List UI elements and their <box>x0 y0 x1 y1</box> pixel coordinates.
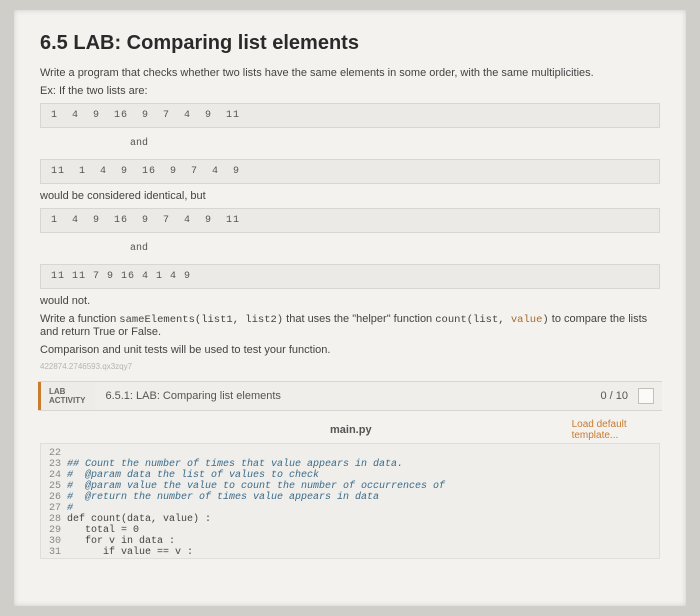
editor-line[interactable]: 31 if value == v : <box>41 547 659 558</box>
intro-text-1: Write a program that checks whether two … <box>40 67 660 79</box>
file-bar: main.py Load default template... <box>130 419 660 441</box>
line-number: 29 <box>41 525 67 536</box>
line-number: 31 <box>41 547 67 558</box>
body-text-3: Write a function sameElements(list1, lis… <box>40 313 660 338</box>
load-default-template-link[interactable]: Load default template... <box>572 419 660 441</box>
code-text: total = 0 <box>67 525 139 536</box>
code-block-2: 11 1 4 9 16 9 7 4 9 <box>40 159 660 184</box>
line-number: 30 <box>41 536 67 547</box>
code-text: # <box>67 503 73 514</box>
editor-line[interactable]: 22 <box>41 448 659 459</box>
page: 6.5 LAB: Comparing list elements Write a… <box>14 10 686 606</box>
code-text: for v in data : <box>67 536 175 547</box>
lab-title: 6.5.1: LAB: Comparing list elements <box>95 382 594 410</box>
editor-line[interactable]: 30 for v in data : <box>41 536 659 547</box>
editor-line[interactable]: 24# @param data the list of values to ch… <box>41 470 659 481</box>
line-number: 23 <box>41 459 67 470</box>
text-fragment: that uses the "helper" function <box>283 313 435 325</box>
body-text-1: would be considered identical, but <box>40 190 660 202</box>
code-editor[interactable]: 2223## Count the number of times that va… <box>40 443 660 559</box>
tiny-id: 422874.2746593.qx3zqy7 <box>40 362 660 371</box>
code-text: if value == v : <box>67 547 193 558</box>
code-text: def count(data, value) : <box>67 514 211 525</box>
code-block-1: 1 4 9 16 9 7 4 9 11 <box>40 103 660 128</box>
lab-checkbox[interactable] <box>638 388 654 404</box>
code-text: # @return the number of times value appe… <box>67 492 379 503</box>
text-fragment: Write a function <box>40 313 119 325</box>
line-number: 25 <box>41 481 67 492</box>
code-inline-1: sameElements(list1, list2) <box>119 314 283 326</box>
lab-activity-bar: LAB ACTIVITY 6.5.1: LAB: Comparing list … <box>38 381 662 411</box>
lab-score: 0 / 10 <box>594 382 634 410</box>
editor-line[interactable]: 25# @param value the value to count the … <box>41 481 659 492</box>
line-number: 26 <box>41 492 67 503</box>
editor-line[interactable]: 28def count(data, value) : <box>41 514 659 525</box>
body-text-4: Comparison and unit tests will be used t… <box>40 344 660 356</box>
code-inline-2: count(list, <box>435 314 511 326</box>
line-number: 27 <box>41 503 67 514</box>
code-text: # @param value the value to count the nu… <box>67 481 445 492</box>
code-text: ## Count the number of times that value … <box>67 459 403 470</box>
intro-text-2: Ex: If the two lists are: <box>40 85 660 97</box>
editor-line[interactable]: 26# @return the number of times value ap… <box>41 492 659 503</box>
editor-line[interactable]: 29 total = 0 <box>41 525 659 536</box>
and-label-1: and <box>40 134 660 153</box>
editor-line[interactable]: 23## Count the number of times that valu… <box>41 459 659 470</box>
body-text-2: would not. <box>40 295 660 307</box>
code-inline-value: value <box>511 314 543 326</box>
editor-line[interactable]: 27# <box>41 503 659 514</box>
line-number: 22 <box>41 448 67 459</box>
file-name: main.py <box>330 424 372 436</box>
line-number: 28 <box>41 514 67 525</box>
lab-badge-line2: ACTIVITY <box>49 397 85 406</box>
code-text: # @param data the list of values to chec… <box>67 470 319 481</box>
code-block-3: 1 4 9 16 9 7 4 9 11 <box>40 208 660 233</box>
lab-badge: LAB ACTIVITY <box>38 382 95 410</box>
line-number: 24 <box>41 470 67 481</box>
page-title: 6.5 LAB: Comparing list elements <box>40 32 660 55</box>
and-label-2: and <box>40 239 660 258</box>
code-block-4: 11 11 7 9 16 4 1 4 9 <box>40 264 660 289</box>
